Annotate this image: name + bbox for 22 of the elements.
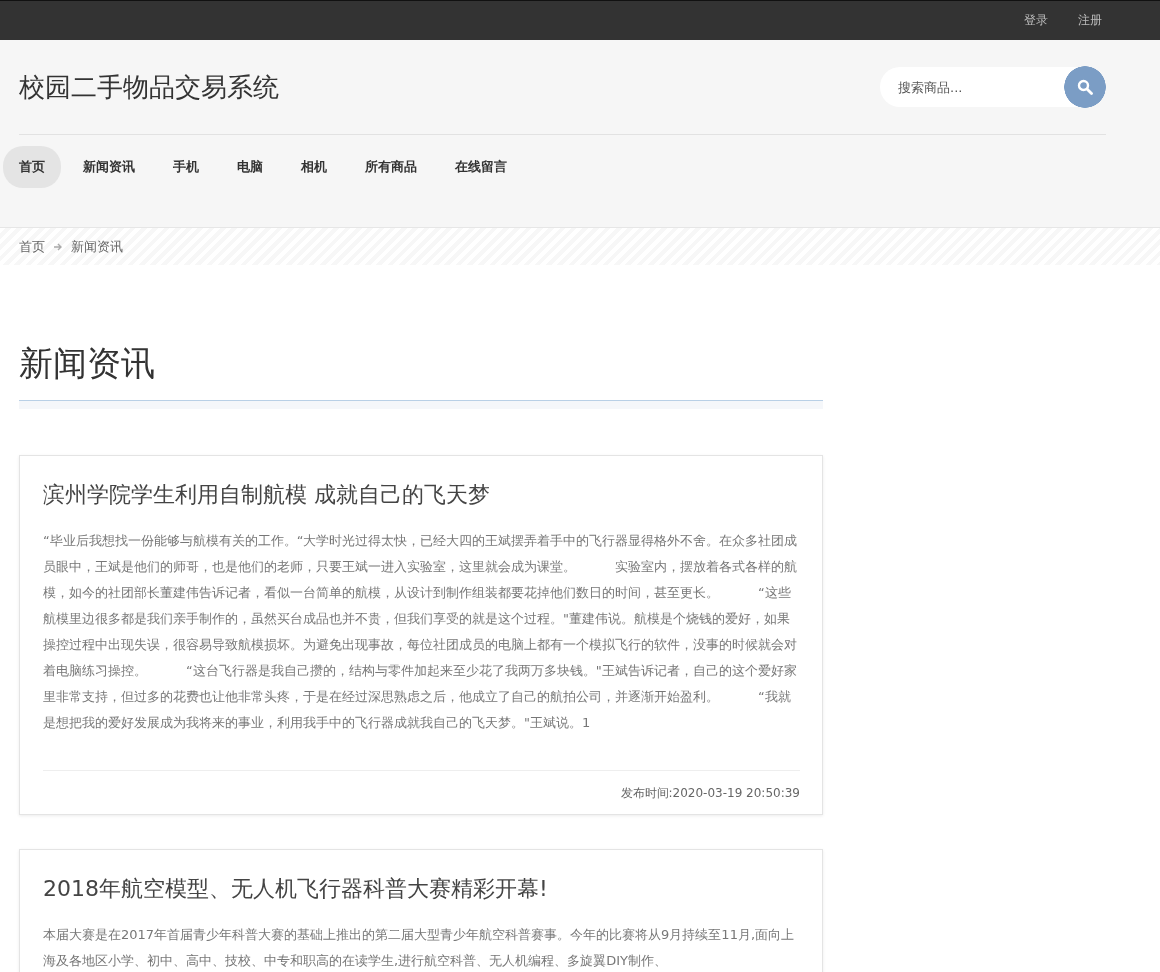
search-icon xyxy=(1077,79,1093,95)
nav-item[interactable]: 新闻资讯 xyxy=(67,146,151,188)
nav-item[interactable]: 相机 xyxy=(285,146,343,188)
nav-item[interactable]: 电脑 xyxy=(221,146,279,188)
breadcrumb-link[interactable]: 首页 xyxy=(19,237,45,256)
search-field[interactable]: 搜索商品... xyxy=(880,67,1064,107)
page-heading: 新闻资讯 xyxy=(19,343,823,409)
article-body: “毕业后我想找一份能够与航模有关的工作。“大学时光过得太快，已经大四的王斌摆弄着手中的飞行器显得格外不舍。在众多社团成员眼中，王斌是他们的师哥，也是他们的老师，只要王斌一进入实验室，这里就会成为课堂。 实验室内，摆放着各式各样的航模，如今的社团部长董建伟告诉记者，看似一台简单的航模，从设计到制作组装都要花掉他们数日的时间，甚至更长。 “这些航模里边很多都是我们亲手制作的，虽然买台成品也并不贵，但我们享受的就是这个过程。"董建伟说。航模是个烧钱的爱好，如果操控过程中出现失误，很容易导致航模损坏。为避免出现事故，每位社团成员的电脑上都有一个模拟飞行的软件，没事的时候就会对着电脑练习操控。 “这台飞行器是我自己攒的，结构与零件加起来至少花了我两万多块钱。"王斌告诉记者，自己的这个爱好家里非常支持，但过多的花费也让他非常头疼，于是在经过深思熟虑之后，他成立了自己的航拍公司，并逐渐开始盈利。 “我就是想把我的爱好发展成为我将来的事业，利用我手中的飞行器成就我自己的飞天梦。"王斌说。1 xyxy=(43,531,799,732)
arrow-right-icon xyxy=(53,241,63,252)
nav-item[interactable]: 手机 xyxy=(157,146,215,188)
nav-item[interactable]: 首页 xyxy=(3,146,61,188)
top-bar-link[interactable]: 登录 xyxy=(1024,12,1048,29)
article-title[interactable]: 2018年航空模型、无人机飞行器科普大赛精彩开幕! xyxy=(43,873,800,904)
nav-item[interactable]: 在线留言 xyxy=(439,146,523,188)
top-bar-link[interactable]: 注册 xyxy=(1078,12,1102,29)
site-title: 校园二手物品交易系统 xyxy=(19,70,279,104)
article-body: 本届大赛是在2017年首届青少年科普大赛的基础上推出的第二届大型青少年航空科普赛事。今年的比赛将从9月持续至11月,面向上海及各地区小学、初中、高中、技校、中专和职高的在读学生,进行航空科普、无人机编程、多旋翼DIY制作、 xyxy=(43,925,796,970)
nav-item[interactable]: 所有商品 xyxy=(349,146,433,188)
search-button[interactable] xyxy=(1064,66,1106,108)
publish-time: 发布时间:2020-03-19 20:50:39 xyxy=(620,784,800,802)
article-title[interactable]: 滨州学院学生利用自制航模 成就自己的飞天梦 xyxy=(43,479,800,510)
breadcrumb-link[interactable]: 新闻资讯 xyxy=(71,237,123,256)
